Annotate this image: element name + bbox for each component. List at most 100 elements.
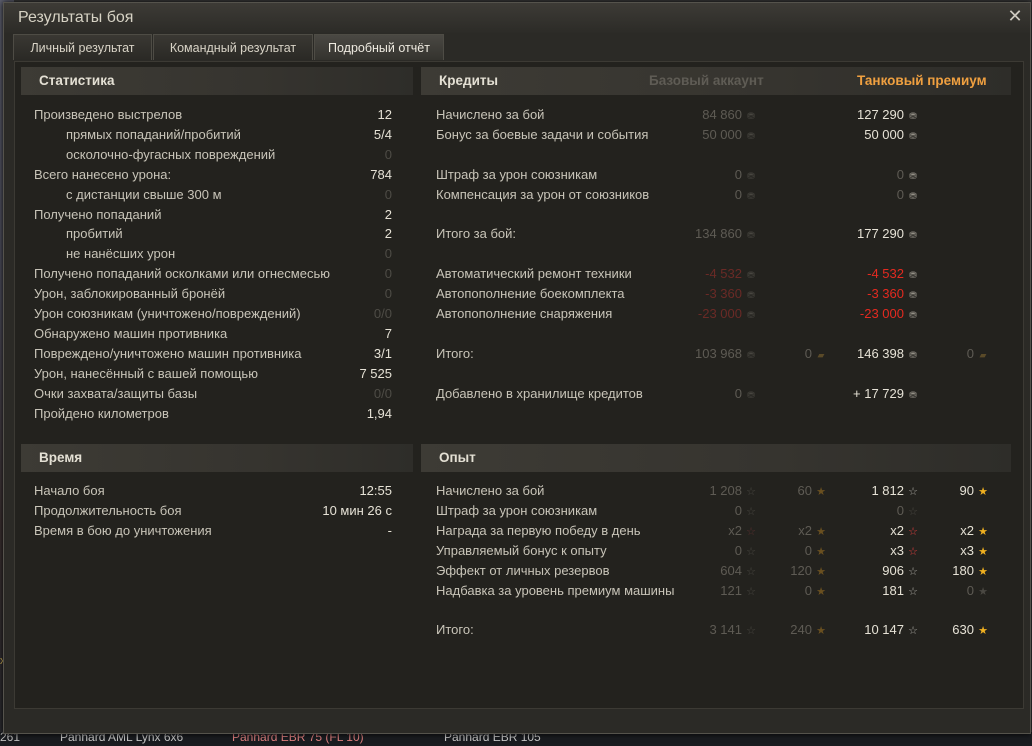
stat-row: Всего нанесено урона: 784	[34, 165, 404, 185]
xp-premium-value-text: 906	[882, 562, 904, 578]
xp-row: Начислено за бой 1 208 ☆ 60 ★ 1 812 ☆ 90 ★	[436, 481, 1006, 501]
gold-premium-value-text: 0	[966, 345, 974, 361]
star-icon: ☆	[746, 545, 756, 558]
xp-base-value: 121 ☆	[720, 581, 756, 602]
star-icon: ☆	[908, 545, 918, 558]
stat-value: 7	[384, 325, 392, 341]
credit-icon: ⛃	[909, 190, 917, 201]
stat-row: Урон, заблокированный бронёй 0	[34, 284, 404, 304]
stat-value: 0	[384, 266, 392, 282]
xp-header: Опыт	[421, 444, 1011, 472]
xp-premium-value: 1 812 ☆	[871, 481, 918, 502]
credits-premium-value-text: 0	[896, 186, 904, 202]
xp-premium-value-text: x3	[890, 542, 904, 558]
free-xp-base-value-text: 0	[804, 582, 812, 598]
xp-label: Эффект от личных резервов	[436, 562, 610, 578]
stat-value: 1,94	[366, 405, 392, 421]
credit-icon: ⛃	[909, 349, 917, 360]
credit-icon: ⛃	[909, 130, 917, 141]
xp-label: Награда за первую победу в день	[436, 522, 641, 538]
credits-row: Автопополнение боекомплекта -3 360 ⛃ -3 360…	[436, 284, 1006, 304]
xp-row: Награда за первую победу в день x2 ☆ x2 ★ x2 ☆…	[436, 521, 1006, 541]
time-row: Начало боя 12:55	[34, 481, 404, 501]
stat-row: с дистанции свыше 300 м 0	[34, 185, 404, 205]
free-xp-premium-value-text: x3	[960, 542, 974, 558]
credits-row: Бонус за боевые задачи и события 50 000 ⛃ 5…	[436, 125, 1006, 145]
star-icon: ☆	[746, 486, 756, 498]
credits-label: Добавлено в хранилище кредитов	[436, 385, 643, 401]
credits-row: Итого за бой: 134 860 ⛃ 177 290 ⛃	[436, 224, 1006, 244]
credits-base-value: 0 ⛃	[735, 384, 756, 405]
credits-row: Штраф за урон союзникам 0 ⛃ 0 ⛃	[436, 165, 1006, 185]
gold-base-value: 0 ▰	[805, 344, 826, 365]
credits-base-value-text: 0	[734, 385, 742, 401]
credits-premium-value: -3 360 ⛃	[867, 284, 918, 305]
stat-value: 2	[384, 206, 392, 222]
credits-base-value-text: 0	[734, 166, 742, 182]
title-bar[interactable]: Результаты боя ✕	[4, 3, 1030, 33]
star-icon: ☆	[908, 486, 918, 498]
gold-premium-value: 0 ▰	[967, 344, 988, 365]
credits-base-value: 84 860 ⛃	[702, 105, 756, 126]
stat-row: пробитий 2	[34, 224, 404, 244]
xp-base-value-text: 604	[720, 562, 742, 578]
xp-label: Начислено за бой	[436, 483, 545, 498]
tab-personal-result[interactable]: Личный результат	[13, 34, 152, 60]
free-xp-base-value-text: 240	[790, 622, 812, 638]
xp-premium-value-text: x2	[890, 522, 904, 538]
star-icon: ☆	[908, 585, 918, 598]
xp-base-value: 3 141 ☆	[709, 620, 756, 641]
credits-base-value: -23 000 ⛃	[698, 304, 756, 325]
stat-label: Получено попаданий осколками или огнесме…	[34, 266, 330, 282]
credit-icon: ⛃	[909, 170, 917, 181]
xp-premium-value-text: 181	[882, 582, 904, 598]
credits-base-value: 0 ⛃	[735, 165, 756, 186]
xp-label: Управляемый бонус к опыту	[436, 542, 607, 558]
star-icon: ★	[816, 545, 826, 558]
stat-row: не нанёсших урон 0	[34, 244, 404, 264]
time-label: Время в бою до уничтожения	[34, 522, 212, 538]
stat-value: 5/4	[373, 126, 392, 142]
star-icon: ☆	[746, 585, 756, 598]
stat-row: прямых попаданий/пробитий 5/4	[34, 125, 404, 145]
free-xp-base-value-text: x2	[798, 522, 812, 538]
stat-label: Произведено выстрелов	[34, 107, 183, 122]
credits-premium-value-text: -3 360	[867, 286, 904, 302]
stat-label: Повреждено/уничтожено машин противника	[34, 345, 302, 361]
xp-label: Итого:	[436, 622, 474, 638]
credits-row: Автопополнение снаряжения -23 000 ⛃ -23 000…	[436, 304, 1006, 324]
stat-label: Получено попаданий	[34, 206, 162, 222]
credit-icon: ⛃	[747, 270, 755, 281]
tab-team-result[interactable]: Командный результат	[153, 34, 313, 60]
credit-icon: ⛃	[747, 190, 755, 201]
stat-row: Обнаружено машин противника 7	[34, 324, 404, 344]
credit-icon: ⛃	[747, 170, 755, 181]
stat-label: пробитий	[66, 226, 123, 242]
xp-base-value: x2 ☆	[728, 521, 756, 542]
tab-detailed-report[interactable]: Подробный отчёт	[314, 34, 444, 60]
gold-base-value-text: 0	[804, 345, 812, 361]
stat-label: Всего нанесено урона:	[34, 166, 172, 182]
xp-row: Штраф за урон союзникам 0 ☆ 0 ☆	[436, 501, 1006, 521]
credits-base-value: 50 000 ⛃	[702, 125, 756, 146]
xp-base-value: 0 ☆	[735, 541, 756, 562]
stat-row: Повреждено/уничтожено машин противника 3/…	[34, 344, 404, 364]
star-icon: ★	[816, 486, 826, 498]
credits-base-value: 103 968 ⛃	[695, 344, 756, 365]
stat-row: Очки захвата/защиты базы 0/0	[34, 384, 404, 404]
credits-base-value-text: 103 968	[695, 345, 742, 361]
star-icon: ☆	[908, 625, 918, 638]
xp-premium-value: x3 ☆	[890, 541, 918, 562]
star-icon: ☆	[908, 565, 918, 578]
credit-icon: ⛃	[747, 310, 755, 320]
close-button[interactable]: ✕	[1006, 7, 1024, 25]
credit-icon: ⛃	[909, 389, 917, 400]
credits-row: Автоматический ремонт техники -4 532 ⛃ -4 5…	[436, 264, 1006, 284]
free-xp-premium-value: 630 ★	[952, 620, 988, 641]
stat-value: 0/0	[373, 385, 392, 401]
stat-value: 0	[384, 186, 392, 202]
free-xp-premium-value-text: x2	[960, 522, 974, 538]
star-icon: ★	[978, 486, 988, 498]
credits-premium-value-text: 0	[896, 166, 904, 182]
window-title: Результаты боя	[18, 9, 134, 26]
